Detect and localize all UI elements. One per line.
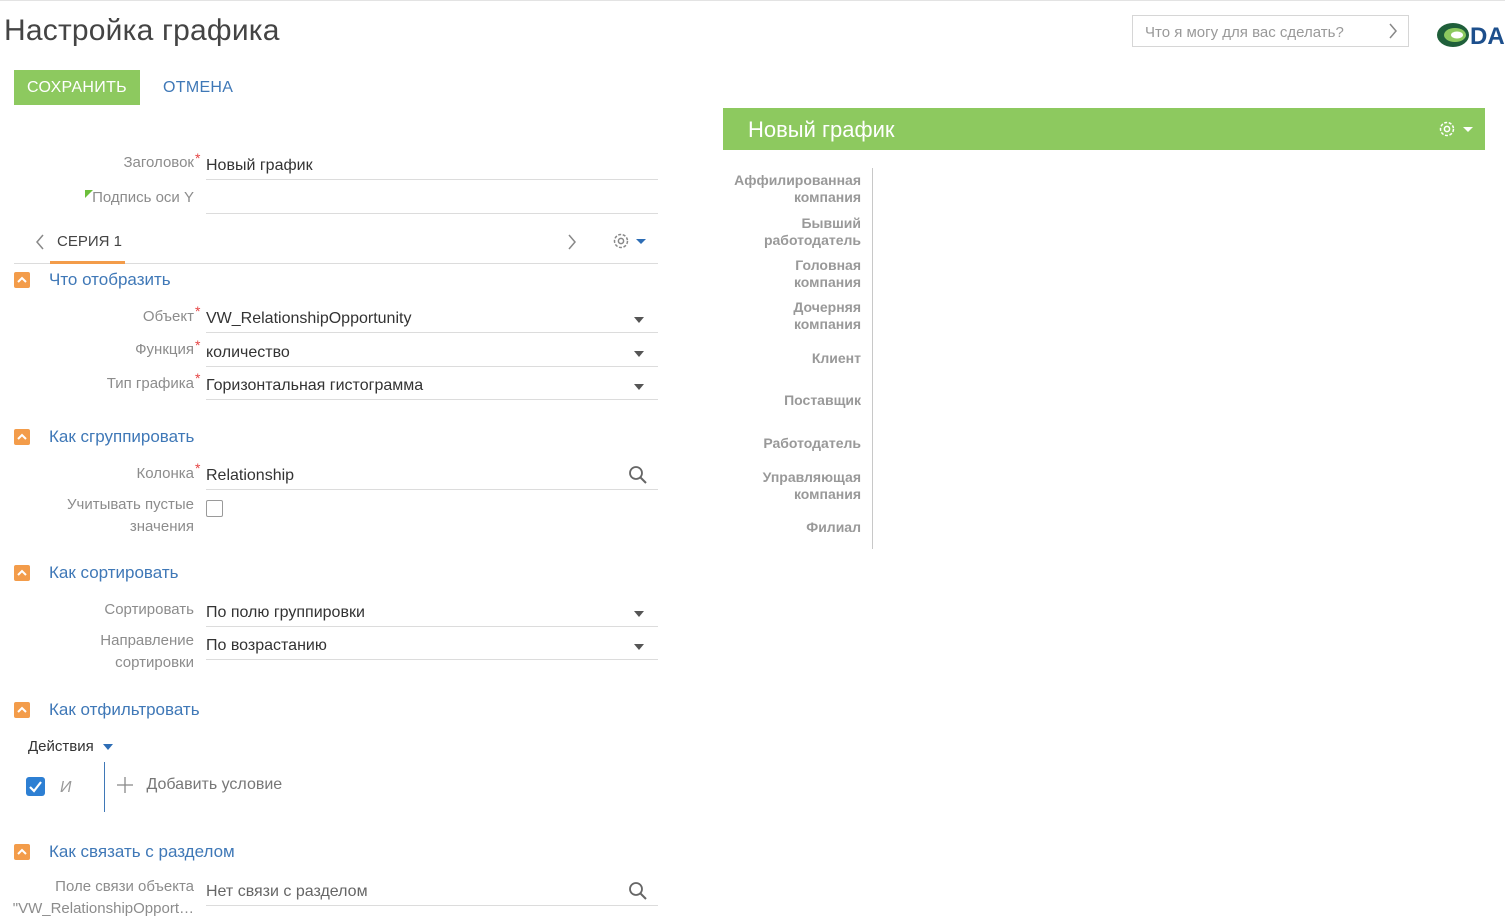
required-marker: * bbox=[195, 370, 201, 386]
sort-direction-value: По возрастанию bbox=[206, 637, 327, 654]
title-field[interactable]: Новый график bbox=[206, 153, 658, 180]
dropdown-arrow-icon[interactable] bbox=[634, 611, 644, 617]
dropdown-arrow-icon[interactable] bbox=[634, 351, 644, 357]
section-title-what[interactable]: Что отобразить bbox=[49, 270, 171, 290]
required-marker: * bbox=[195, 337, 201, 353]
chevron-right-icon[interactable] bbox=[1388, 22, 1398, 45]
brand-logo[interactable]: DA bbox=[1436, 18, 1505, 50]
dropdown-arrow-icon[interactable] bbox=[634, 317, 644, 323]
command-line-placeholder: Что я могу для вас сделать? bbox=[1145, 24, 1344, 41]
sort-direction-label: Направление сортировки bbox=[100, 632, 194, 671]
column-field-label: Колонка bbox=[136, 465, 194, 482]
required-marker: * bbox=[195, 460, 201, 476]
chart-category-label: Бывший работодатель bbox=[763, 214, 861, 248]
filter-group-line bbox=[104, 762, 105, 812]
function-select-value: количество bbox=[206, 344, 290, 361]
sort-direction-select[interactable]: По возрастанию bbox=[206, 633, 658, 660]
title-field-value: Новый график bbox=[206, 157, 313, 174]
filter-actions-label: Действия bbox=[28, 738, 94, 755]
chart-category-label: Клиент bbox=[811, 350, 861, 366]
chart-category-label: Головная компания bbox=[793, 256, 861, 290]
plus-icon bbox=[117, 777, 133, 793]
page-title: Настройка графика bbox=[4, 14, 280, 47]
dropdown-arrow-icon[interactable] bbox=[634, 384, 644, 390]
chart-type-select-value: Горизонтальная гистограмма bbox=[206, 377, 424, 394]
collapse-section-icon[interactable] bbox=[14, 844, 30, 860]
link-field-label: Поле связи объекта "VW_RelationshipOppor… bbox=[12, 878, 194, 917]
collapse-section-icon[interactable] bbox=[14, 702, 30, 718]
filter-logic-and[interactable]: И bbox=[60, 779, 71, 797]
column-lookup-value: Relationship bbox=[206, 467, 295, 484]
collapse-section-icon[interactable] bbox=[14, 565, 30, 581]
required-marker: * bbox=[195, 150, 201, 166]
next-series-icon[interactable] bbox=[567, 234, 577, 255]
section-title-link[interactable]: Как связать с разделом bbox=[49, 842, 235, 862]
column-lookup[interactable]: Relationship bbox=[206, 463, 658, 490]
cancel-button[interactable]: ОТМЕНА bbox=[157, 70, 239, 105]
chart-category-label: Поставщик bbox=[784, 392, 861, 409]
tab-active-indicator bbox=[50, 261, 125, 264]
section-title-group[interactable]: Как сгруппировать bbox=[49, 427, 194, 447]
save-button[interactable]: СОХРАНИТЬ bbox=[14, 70, 140, 105]
link-field-value: Нет связи с разделом bbox=[206, 883, 368, 900]
command-line-input[interactable]: Что я могу для вас сделать? bbox=[1132, 15, 1409, 47]
title-field-label: Заголовок bbox=[123, 154, 194, 171]
object-select[interactable]: VW_RelationshipOpportunity bbox=[206, 306, 658, 333]
chart-type-field-label: Тип графика bbox=[106, 375, 194, 392]
svg-text:DA: DA bbox=[1470, 23, 1505, 50]
chart-title: Новый график bbox=[748, 117, 895, 142]
search-icon[interactable] bbox=[628, 881, 648, 906]
chart-settings-gear-icon[interactable] bbox=[1437, 119, 1475, 144]
search-icon[interactable] bbox=[628, 465, 648, 490]
sort-select-value: По полю группировки bbox=[206, 604, 365, 621]
chart-category-label: Управляющая компания bbox=[762, 468, 861, 502]
add-condition-button[interactable]: Добавить условие bbox=[116, 776, 282, 794]
collapse-section-icon[interactable] bbox=[14, 429, 30, 445]
required-marker: * bbox=[195, 303, 201, 319]
section-title-sort[interactable]: Как сортировать bbox=[49, 563, 179, 583]
sort-field-label: Сортировать bbox=[104, 601, 194, 618]
top-border bbox=[0, 0, 1505, 1]
tab-series-1[interactable]: СЕРИЯ 1 bbox=[57, 233, 122, 250]
link-field-lookup[interactable]: Нет связи с разделом bbox=[206, 879, 658, 906]
collapse-section-icon[interactable] bbox=[14, 272, 30, 288]
chart-category-label: Работодатель bbox=[763, 434, 861, 451]
filter-group-checkbox[interactable] bbox=[26, 777, 45, 796]
prev-series-icon[interactable] bbox=[35, 234, 45, 255]
chart-category-label: Аффилированная компания bbox=[734, 172, 861, 206]
series-settings-gear-icon[interactable] bbox=[611, 231, 649, 256]
dropdown-arrow-icon bbox=[102, 744, 113, 750]
chart-category-label: Дочерняя компания bbox=[793, 299, 861, 333]
y-axis-field-label: Подпись оси Y bbox=[92, 189, 194, 206]
empty-values-label: Учитывать пустые значения bbox=[67, 496, 194, 535]
chart-category-axis bbox=[872, 168, 873, 549]
chart-category-label: Филиал bbox=[806, 519, 861, 536]
section-title-filter[interactable]: Как отфильтровать bbox=[49, 700, 200, 720]
add-condition-label: Добавить условие bbox=[146, 776, 283, 793]
sort-select[interactable]: По полю группировки bbox=[206, 600, 658, 627]
empty-values-checkbox[interactable] bbox=[206, 500, 223, 517]
function-select[interactable]: количество bbox=[206, 340, 658, 367]
object-select-value: VW_RelationshipOpportunity bbox=[206, 310, 412, 327]
object-field-label: Объект bbox=[142, 308, 194, 325]
filter-actions-menu[interactable]: Действия bbox=[28, 738, 114, 755]
chart-type-select[interactable]: Горизонтальная гистограмма bbox=[206, 373, 658, 400]
dropdown-arrow-icon[interactable] bbox=[634, 644, 644, 650]
function-field-label: Функция bbox=[135, 341, 194, 358]
y-axis-field[interactable] bbox=[206, 187, 658, 214]
